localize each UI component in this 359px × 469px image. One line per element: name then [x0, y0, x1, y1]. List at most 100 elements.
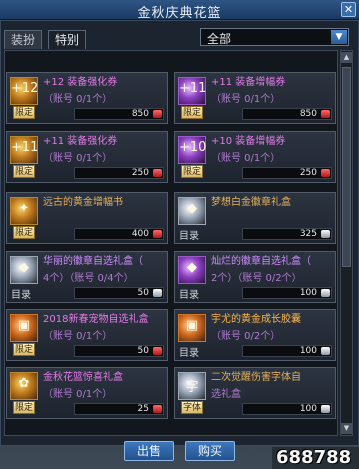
- item-price-value: 25: [137, 404, 149, 414]
- item-icon-glyph: ✦: [18, 201, 30, 216]
- item-card[interactable]: +11 限定 +11 装备强化券 （账号 0/1个） 250: [6, 131, 168, 183]
- item-tag: 目录: [179, 290, 199, 301]
- item-tag: 目录: [11, 290, 31, 301]
- item-icon[interactable]: +10: [178, 136, 206, 164]
- item-price: 100: [242, 345, 332, 357]
- item-name: +12 装备强化券: [43, 77, 118, 88]
- item-card[interactable]: +11 限定 +11 装备增幅券 （账号 0/1个） 850: [174, 72, 336, 124]
- item-icon[interactable]: +11: [178, 77, 206, 105]
- gold-amount: 688788: [276, 447, 352, 468]
- item-card[interactable]: ✦ 限定 远古的黄金增幅书 400: [6, 192, 168, 244]
- item-icon-glyph: 字: [185, 380, 199, 395]
- item-icon[interactable]: ✦: [10, 197, 38, 225]
- scroll-down-icon[interactable]: ▼: [341, 423, 352, 434]
- item-card[interactable]: ◆ 目录 梦想白金徽章礼盒 325: [174, 192, 336, 244]
- coin-icon: [321, 289, 330, 297]
- item-name: 金秋花篮惊喜礼盒: [43, 372, 123, 383]
- item-price-value: 50: [137, 288, 149, 298]
- item-tag: 限定: [13, 343, 35, 356]
- close-icon[interactable]: ✕: [341, 2, 356, 17]
- item-name: 梦想白金徽章礼盒: [211, 197, 291, 208]
- coin-icon: [153, 230, 162, 238]
- sell-button[interactable]: 出售: [124, 441, 175, 461]
- item-name: 宇尤的黄金成长胶囊: [211, 314, 301, 325]
- item-price: 25: [74, 403, 164, 415]
- item-tag: 限定: [13, 401, 35, 414]
- item-card[interactable]: ▣ 限定 2018新春宠物自选礼盒 （账号 0/1个） 50: [6, 309, 168, 361]
- item-name: 灿烂的徽章自选礼盒（: [211, 256, 311, 267]
- item-card[interactable]: ◆ 目录 华丽的徽章自选礼盒（ 4个）（账号 0/4个） 50: [6, 251, 168, 303]
- item-limit: （账号 0/1个）: [43, 389, 113, 400]
- item-tag: 字体: [181, 401, 203, 414]
- item-icon-glyph: +10: [179, 140, 207, 155]
- item-icon[interactable]: +12: [10, 77, 38, 105]
- item-icon-glyph: +11: [11, 140, 39, 155]
- title-bar[interactable]: 金秋庆典花篮 ✕: [0, 0, 359, 21]
- coin-icon: [321, 169, 330, 177]
- dropdown-arrow-icon[interactable]: ▼: [331, 30, 347, 44]
- window-title: 金秋庆典花篮: [137, 6, 222, 21]
- item-icon-glyph: ◆: [187, 260, 197, 275]
- item-name: 华丽的徽章自选礼盒（: [43, 256, 143, 267]
- tab-special[interactable]: 特别: [48, 30, 87, 49]
- coin-icon: [321, 405, 330, 413]
- item-tag: 限定: [13, 165, 35, 178]
- item-tag: 目录: [179, 231, 199, 242]
- item-card[interactable]: +10 限定 +10 装备增幅券 （账号 0/1个） 250: [174, 131, 336, 183]
- item-icon-glyph: ▣: [17, 318, 31, 333]
- gold-display: 688788: [272, 447, 359, 469]
- scroll-thumb[interactable]: [342, 67, 351, 267]
- item-icon[interactable]: ✿: [10, 372, 38, 400]
- item-price: 250: [74, 167, 164, 179]
- item-limit: （账号 0/1个）: [211, 153, 281, 164]
- coin-icon: [321, 110, 330, 118]
- item-icon[interactable]: 字: [178, 372, 206, 400]
- item-card[interactable]: +12 限定 +12 装备强化券 （账号 0/1个） 850: [6, 72, 168, 124]
- item-price-value: 100: [299, 346, 317, 356]
- item-name: 远古的黄金增幅书: [43, 197, 123, 208]
- item-limit: （账号 0/2个）: [211, 331, 281, 342]
- item-limit: 选礼盒: [211, 389, 241, 400]
- tab-costume[interactable]: 装扮: [4, 30, 43, 49]
- item-price-value: 850: [299, 109, 317, 119]
- item-limit: （账号 0/1个）: [43, 94, 113, 105]
- item-tag: 目录: [179, 348, 199, 359]
- item-card[interactable]: ◆ 目录 灿烂的徽章自选礼盒（ 2个）（账号 0/2个） 100: [174, 251, 336, 303]
- item-name: +11 装备强化券: [43, 136, 118, 147]
- item-limit: 2个）（账号 0/2个）: [211, 273, 302, 284]
- filter-selected-value: 全部: [207, 32, 232, 46]
- item-icon[interactable]: ▣: [178, 314, 206, 342]
- item-name: +10 装备增幅券: [211, 136, 286, 147]
- item-icon[interactable]: ◆: [10, 256, 38, 284]
- item-price: 100: [242, 403, 332, 415]
- item-icon[interactable]: +11: [10, 136, 38, 164]
- item-icon[interactable]: ▣: [10, 314, 38, 342]
- scrollbar[interactable]: ▲ ▼: [340, 50, 353, 436]
- item-price: 250: [242, 167, 332, 179]
- item-price-value: 50: [137, 346, 149, 356]
- item-icon-glyph: +12: [11, 81, 39, 96]
- item-price: 400: [74, 228, 164, 240]
- item-limit: （账号 0/1个）: [43, 331, 113, 342]
- item-icon[interactable]: ◆: [178, 197, 206, 225]
- item-card[interactable]: 字字体 二次觉醒伤害字体自 选礼盒 100: [174, 367, 336, 419]
- item-icon-glyph: ◆: [19, 260, 29, 275]
- item-icon-glyph: +11: [179, 81, 207, 96]
- coin-icon: [321, 347, 330, 355]
- item-price-value: 250: [299, 168, 317, 178]
- item-name: 2018新春宠物自选礼盒: [43, 314, 149, 325]
- item-price: 50: [74, 287, 164, 299]
- item-card[interactable]: ✿ 限定 金秋花篮惊喜礼盒 （账号 0/1个） 25: [6, 367, 168, 419]
- item-limit: 4个）（账号 0/4个）: [43, 273, 134, 284]
- coin-icon: [153, 347, 162, 355]
- category-filter-select[interactable]: 全部 ▼: [200, 28, 349, 46]
- item-price-value: 250: [131, 168, 149, 178]
- buy-button[interactable]: 购买: [185, 441, 236, 461]
- item-price-value: 400: [131, 229, 149, 239]
- item-price-value: 100: [299, 288, 317, 298]
- item-icon-glyph: ◆: [187, 201, 197, 216]
- scroll-up-icon[interactable]: ▲: [341, 52, 352, 63]
- item-price: 325: [242, 228, 332, 240]
- item-card[interactable]: ▣ 目录 宇尤的黄金成长胶囊 （账号 0/2个） 100: [174, 309, 336, 361]
- item-icon[interactable]: ◆: [178, 256, 206, 284]
